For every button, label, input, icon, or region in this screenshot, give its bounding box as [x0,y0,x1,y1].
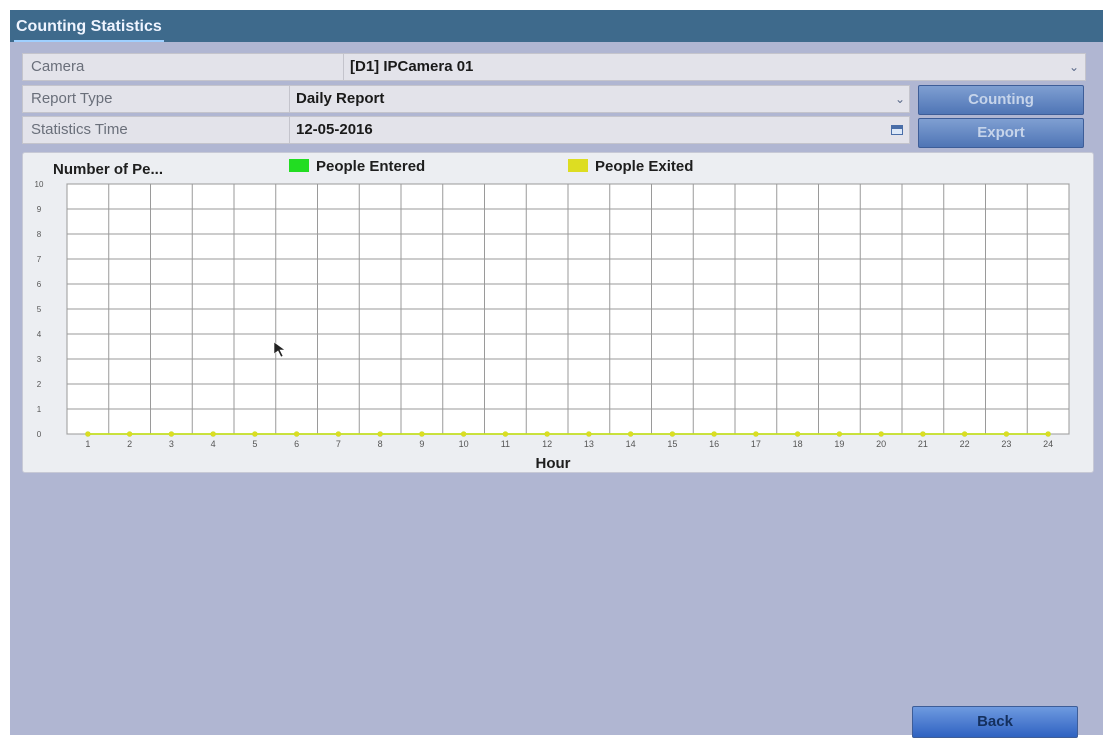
series-point-2 [461,431,467,437]
x-tick-label: 10 [459,439,469,449]
x-tick-label: 16 [709,439,719,449]
chart-panel: 0 1 2 3 4 5 6 7 8 9 10 1 2 3 4 5 6 7 8 9 10 11 12 13 14 15 16 17 18 1… [22,152,1094,473]
x-tick-label: 24 [1043,439,1053,449]
series-point-2 [836,431,842,437]
y-tick-label: 0 [37,430,42,439]
legend-label: People Exited [595,158,693,175]
series-point-2 [377,431,383,437]
counting-statistics-window: Counting Statistics Camera [D1] IPCamera… [10,10,1103,738]
x-tick-label: 14 [626,439,636,449]
calendar-icon[interactable] [891,125,903,135]
y-tick-label: 1 [37,405,42,414]
x-tick-label: 4 [211,439,216,449]
x-tick-label: 11 [501,439,510,449]
series-point-2 [294,431,300,437]
x-tick-label: 15 [667,439,677,449]
chevron-down-icon[interactable]: ⌄ [1069,54,1079,80]
statistics-time-field[interactable]: Statistics Time 12-05-2016 [22,116,910,144]
series-point-2 [878,431,884,437]
legend-swatch-1 [289,159,309,172]
series-point-2 [669,431,675,437]
mouse-pointer-icon [273,341,286,358]
x-axis-label: Hour [536,455,571,472]
series-point-2 [1045,431,1051,437]
report-type-value[interactable]: Daily Report [289,86,889,112]
counting-chart: 0123456789101 2 3 4 5 6 7 8 9 10 11 12 13 14 15 16 17 18 1… [35,158,1070,472]
series-point-2 [168,431,174,437]
series-point-2 [252,431,258,437]
y-tick-label: 3 [37,355,42,364]
report-type-select[interactable]: Report Type Daily Report ⌄ [22,85,910,113]
series-point-2 [920,431,926,437]
x-tick-label: 18 [793,439,803,449]
x-tick-label: 5 [252,439,257,449]
series-point-2 [544,431,550,437]
legend-label: People Entered [316,158,425,175]
y-tick-label: 6 [37,280,42,289]
series-point-2 [85,431,91,437]
y-tick-label: 9 [37,205,42,214]
series-point-2 [335,431,341,437]
series-point-2 [586,431,592,437]
export-button[interactable]: Export [918,118,1084,148]
series-point-2 [1003,431,1009,437]
series-point-2 [419,431,425,437]
x-tick-label: 22 [960,439,970,449]
y-tick-label: 8 [37,230,42,239]
x-tick-label: 6 [294,439,299,449]
y-tick-label: 10 [35,180,44,189]
title-bar: Counting Statistics [10,10,1103,42]
statistics-time-label: Statistics Time [31,121,128,138]
y-tick-label: 7 [37,255,42,264]
series-point-2 [127,431,133,437]
x-tick-label: 23 [1001,439,1011,449]
series-point-2 [962,431,968,437]
x-tick-label: 12 [542,439,552,449]
x-tick-label: 1 [85,439,90,449]
y-tick-label: 5 [37,305,42,314]
window-title-tab[interactable]: Counting Statistics [14,16,164,42]
series-point-2 [502,431,508,437]
series-point-2 [711,431,717,437]
x-tick-label: 7 [336,439,341,449]
x-tick-label: 19 [834,439,844,449]
back-button[interactable]: Back [912,706,1078,738]
statistics-time-value[interactable]: 12-05-2016 [289,117,889,143]
series-point-2 [210,431,216,437]
series-point-2 [795,431,801,437]
camera-value[interactable]: [D1] IPCamera 01 [343,54,1063,80]
x-tick-label: 8 [378,439,383,449]
x-tick-label: 2 [127,439,132,449]
camera-label: Camera [31,58,85,75]
y-tick-label: 2 [37,380,42,389]
x-tick-label: 20 [876,439,886,449]
counting-button[interactable]: Counting [918,85,1084,115]
x-tick-label: 17 [751,439,761,449]
series-point-2 [753,431,759,437]
chevron-down-icon[interactable]: ⌄ [895,86,905,112]
x-tick-label: 3 [169,439,174,449]
x-tick-label: 21 [918,439,928,449]
series-point-2 [628,431,634,437]
y-tick-label: 4 [37,330,42,339]
chart-title: Number of Pe... [53,161,163,178]
camera-select[interactable]: Camera [D1] IPCamera 01 ⌄ [22,53,1086,81]
x-tick-label: 13 [584,439,594,449]
x-tick-label: 9 [419,439,424,449]
report-type-label: Report Type [31,90,113,107]
legend-swatch-2 [568,159,588,172]
